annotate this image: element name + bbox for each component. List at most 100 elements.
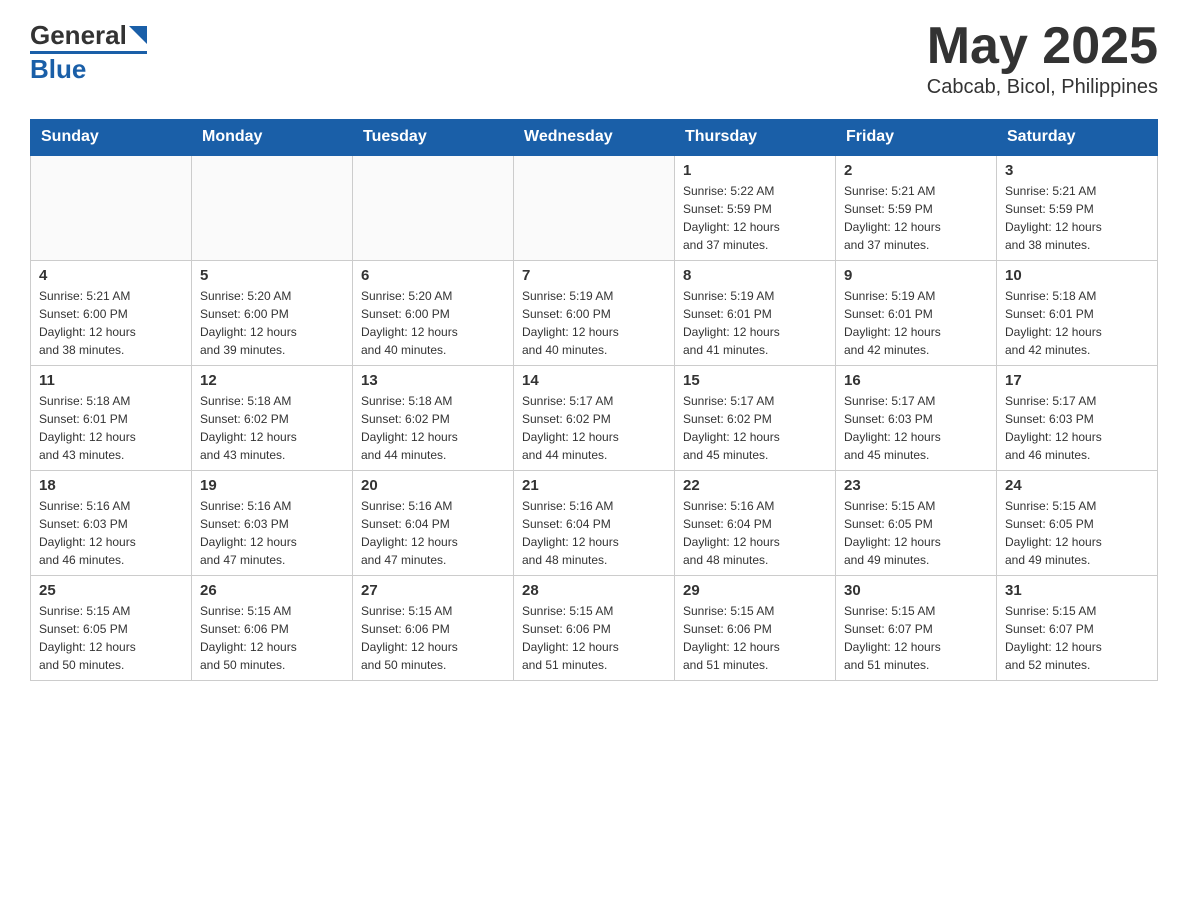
day-info: Sunrise: 5:16 AMSunset: 6:03 PMDaylight:… — [39, 497, 183, 569]
calendar-cell: 29 Sunrise: 5:15 AMSunset: 6:06 PMDayligh… — [675, 576, 836, 681]
calendar-cell: 26 Sunrise: 5:15 AMSunset: 6:06 PMDayligh… — [192, 576, 353, 681]
logo-triangle-icon — [129, 26, 147, 44]
day-info: Sunrise: 5:21 AMSunset: 6:00 PMDaylight:… — [39, 287, 183, 359]
day-of-week-header: Friday — [836, 120, 997, 156]
calendar-cell — [353, 155, 514, 261]
calendar-cell — [31, 155, 192, 261]
calendar-cell: 19 Sunrise: 5:16 AMSunset: 6:03 PMDayligh… — [192, 471, 353, 576]
day-info: Sunrise: 5:19 AMSunset: 6:01 PMDaylight:… — [683, 287, 827, 359]
day-number: 19 — [200, 477, 344, 494]
day-number: 17 — [1005, 372, 1149, 389]
day-number: 18 — [39, 477, 183, 494]
day-info: Sunrise: 5:15 AMSunset: 6:06 PMDaylight:… — [361, 602, 505, 674]
day-number: 14 — [522, 372, 666, 389]
day-info: Sunrise: 5:17 AMSunset: 6:03 PMDaylight:… — [844, 392, 988, 464]
day-of-week-header: Monday — [192, 120, 353, 156]
calendar-cell: 24 Sunrise: 5:15 AMSunset: 6:05 PMDayligh… — [997, 471, 1158, 576]
day-number: 29 — [683, 582, 827, 599]
calendar-body: 1Sunrise: 5:22 AMSunset: 5:59 PMDaylight… — [31, 155, 1158, 681]
calendar-week-row: 25Sunrise: 5:15 AMSunset: 6:05 PMDayligh… — [31, 576, 1158, 681]
logo-general-text: General — [30, 20, 127, 51]
calendar-cell: 25Sunrise: 5:15 AMSunset: 6:05 PMDayligh… — [31, 576, 192, 681]
calendar-cell: 21Sunrise: 5:16 AMSunset: 6:04 PMDayligh… — [514, 471, 675, 576]
calendar-week-row: 1Sunrise: 5:22 AMSunset: 5:59 PMDaylight… — [31, 155, 1158, 261]
day-number: 20 — [361, 477, 505, 494]
calendar-cell: 20 Sunrise: 5:16 AMSunset: 6:04 PMDayligh… — [353, 471, 514, 576]
calendar-cell: 30 Sunrise: 5:15 AMSunset: 6:07 PMDayligh… — [836, 576, 997, 681]
day-number: 16 — [844, 372, 988, 389]
day-info: Sunrise: 5:18 AMSunset: 6:02 PMDaylight:… — [200, 392, 344, 464]
calendar-cell: 15 Sunrise: 5:17 AMSunset: 6:02 PMDayligh… — [675, 366, 836, 471]
day-of-week-header: Tuesday — [353, 120, 514, 156]
day-number: 6 — [361, 267, 505, 284]
day-info: Sunrise: 5:17 AMSunset: 6:02 PMDaylight:… — [683, 392, 827, 464]
day-number: 1 — [683, 162, 827, 179]
calendar-cell: 10Sunrise: 5:18 AMSunset: 6:01 PMDayligh… — [997, 261, 1158, 366]
calendar-header-row: SundayMondayTuesdayWednesdayThursdayFrid… — [31, 120, 1158, 156]
logo-blue-text: Blue — [30, 54, 86, 85]
calendar-cell: 2 Sunrise: 5:21 AMSunset: 5:59 PMDaylight… — [836, 155, 997, 261]
day-number: 5 — [200, 267, 344, 284]
day-number: 3 — [1005, 162, 1149, 179]
calendar-cell — [192, 155, 353, 261]
day-info: Sunrise: 5:21 AMSunset: 5:59 PMDaylight:… — [844, 182, 988, 254]
day-number: 13 — [361, 372, 505, 389]
day-number: 24 — [1005, 477, 1149, 494]
day-number: 27 — [361, 582, 505, 599]
calendar-cell: 23Sunrise: 5:15 AMSunset: 6:05 PMDayligh… — [836, 471, 997, 576]
day-info: Sunrise: 5:17 AMSunset: 6:02 PMDaylight:… — [522, 392, 666, 464]
calendar-cell: 12 Sunrise: 5:18 AMSunset: 6:02 PMDayligh… — [192, 366, 353, 471]
logo: General Blue — [30, 20, 147, 85]
day-of-week-header: Thursday — [675, 120, 836, 156]
month-title: May 2025 — [927, 20, 1158, 72]
calendar-cell: 3 Sunrise: 5:21 AMSunset: 5:59 PMDaylight… — [997, 155, 1158, 261]
day-number: 12 — [200, 372, 344, 389]
day-info: Sunrise: 5:15 AMSunset: 6:05 PMDaylight:… — [1005, 497, 1149, 569]
day-info: Sunrise: 5:21 AMSunset: 5:59 PMDaylight:… — [1005, 182, 1149, 254]
day-info: Sunrise: 5:17 AMSunset: 6:03 PMDaylight:… — [1005, 392, 1149, 464]
calendar-cell: 17 Sunrise: 5:17 AMSunset: 6:03 PMDayligh… — [997, 366, 1158, 471]
day-number: 28 — [522, 582, 666, 599]
day-number: 22 — [683, 477, 827, 494]
day-number: 11 — [39, 372, 183, 389]
title-section: May 2025 Cabcab, Bicol, Philippines — [927, 20, 1158, 99]
page-header: General Blue May 2025 Cabcab, Bicol, Phi… — [30, 20, 1158, 99]
calendar-cell: 27 Sunrise: 5:15 AMSunset: 6:06 PMDayligh… — [353, 576, 514, 681]
day-info: Sunrise: 5:19 AMSunset: 6:00 PMDaylight:… — [522, 287, 666, 359]
day-info: Sunrise: 5:15 AMSunset: 6:07 PMDaylight:… — [844, 602, 988, 674]
calendar-cell: 31Sunrise: 5:15 AMSunset: 6:07 PMDayligh… — [997, 576, 1158, 681]
calendar-cell: 6Sunrise: 5:20 AMSunset: 6:00 PMDaylight… — [353, 261, 514, 366]
day-number: 26 — [200, 582, 344, 599]
day-of-week-header: Wednesday — [514, 120, 675, 156]
day-info: Sunrise: 5:18 AMSunset: 6:01 PMDaylight:… — [39, 392, 183, 464]
day-info: Sunrise: 5:16 AMSunset: 6:04 PMDaylight:… — [683, 497, 827, 569]
calendar-cell: 7 Sunrise: 5:19 AMSunset: 6:00 PMDaylight… — [514, 261, 675, 366]
day-info: Sunrise: 5:15 AMSunset: 6:06 PMDaylight:… — [200, 602, 344, 674]
calendar-week-row: 11 Sunrise: 5:18 AMSunset: 6:01 PMDayligh… — [31, 366, 1158, 471]
day-number: 30 — [844, 582, 988, 599]
calendar-cell — [514, 155, 675, 261]
calendar-cell: 11 Sunrise: 5:18 AMSunset: 6:01 PMDayligh… — [31, 366, 192, 471]
day-info: Sunrise: 5:16 AMSunset: 6:04 PMDaylight:… — [361, 497, 505, 569]
day-number: 8 — [683, 267, 827, 284]
day-number: 7 — [522, 267, 666, 284]
location-title: Cabcab, Bicol, Philippines — [927, 76, 1158, 99]
day-of-week-header: Sunday — [31, 120, 192, 156]
day-info: Sunrise: 5:18 AMSunset: 6:02 PMDaylight:… — [361, 392, 505, 464]
calendar-cell: 8 Sunrise: 5:19 AMSunset: 6:01 PMDaylight… — [675, 261, 836, 366]
day-info: Sunrise: 5:15 AMSunset: 6:06 PMDaylight:… — [683, 602, 827, 674]
day-info: Sunrise: 5:20 AMSunset: 6:00 PMDaylight:… — [200, 287, 344, 359]
day-number: 21 — [522, 477, 666, 494]
day-number: 2 — [844, 162, 988, 179]
day-info: Sunrise: 5:15 AMSunset: 6:07 PMDaylight:… — [1005, 602, 1149, 674]
calendar-cell: 18 Sunrise: 5:16 AMSunset: 6:03 PMDayligh… — [31, 471, 192, 576]
calendar-cell: 5 Sunrise: 5:20 AMSunset: 6:00 PMDaylight… — [192, 261, 353, 366]
calendar-cell: 1Sunrise: 5:22 AMSunset: 5:59 PMDaylight… — [675, 155, 836, 261]
day-number: 4 — [39, 267, 183, 284]
day-number: 9 — [844, 267, 988, 284]
day-info: Sunrise: 5:16 AMSunset: 6:03 PMDaylight:… — [200, 497, 344, 569]
calendar-week-row: 18 Sunrise: 5:16 AMSunset: 6:03 PMDayligh… — [31, 471, 1158, 576]
day-number: 15 — [683, 372, 827, 389]
calendar-cell: 4 Sunrise: 5:21 AMSunset: 6:00 PMDaylight… — [31, 261, 192, 366]
day-info: Sunrise: 5:15 AMSunset: 6:05 PMDaylight:… — [39, 602, 183, 674]
